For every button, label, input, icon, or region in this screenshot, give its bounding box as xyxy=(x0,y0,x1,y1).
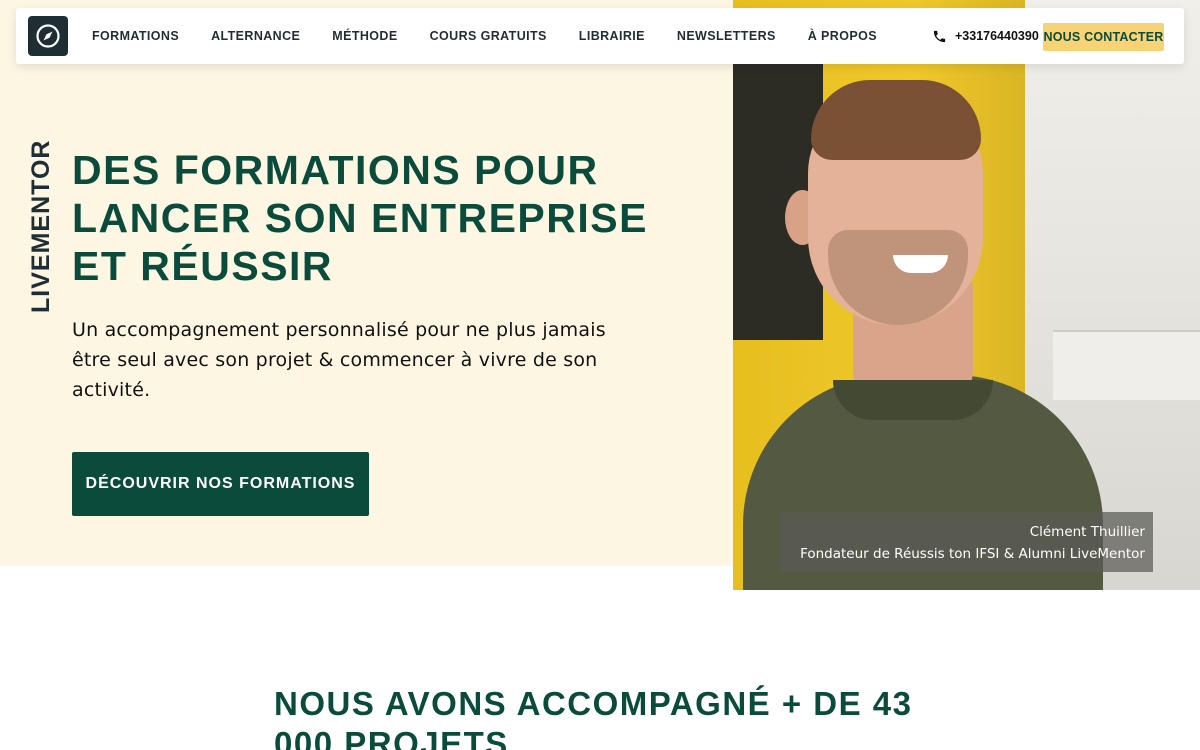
photo-hair xyxy=(811,80,981,160)
contact-button[interactable]: NOUS CONTACTER xyxy=(1043,23,1164,51)
brand-wordmark-vertical: LIVEMENTOR xyxy=(27,139,55,313)
testimonial-name: Clément Thuillier xyxy=(1029,524,1145,540)
home-logo-link[interactable] xyxy=(28,16,68,56)
nav-links: FORMATIONS ALTERNANCE MÉTHODE COURS GRAT… xyxy=(92,8,877,64)
nav-link-librairie[interactable]: LIBRAIRIE xyxy=(579,29,645,43)
testimonial-role: Fondateur de Réussis ton IFSI & Alumni L… xyxy=(800,546,1145,562)
nav-link-cours-gratuits[interactable]: COURS GRATUITS xyxy=(430,29,547,43)
photo-collar xyxy=(833,380,993,420)
photo-shelf xyxy=(1053,330,1200,400)
nav-link-a-propos[interactable]: À PROPOS xyxy=(808,29,877,43)
phone-number: +33176440390 xyxy=(955,29,1039,43)
compass-icon xyxy=(36,24,60,48)
discover-formations-button[interactable]: DÉCOUVRIR NOS FORMATIONS xyxy=(72,452,369,516)
hero-subtitle: Un accompagnement personnalisé pour ne p… xyxy=(72,319,606,401)
phone-link[interactable]: +33176440390 xyxy=(932,8,1039,64)
top-navbar: FORMATIONS ALTERNANCE MÉTHODE COURS GRAT… xyxy=(16,8,1184,64)
phone-icon xyxy=(933,30,946,42)
testimonial-caption: Clément Thuillier Fondateur de Réussis t… xyxy=(780,512,1153,572)
nav-link-methode[interactable]: MÉTHODE xyxy=(332,29,397,43)
testimonial-photo xyxy=(733,0,1200,590)
nav-link-formations[interactable]: FORMATIONS xyxy=(92,29,179,43)
nav-link-alternance[interactable]: ALTERNANCE xyxy=(211,29,300,43)
stats-heading: NOUS AVONS ACCOMPAGNÉ + DE 43 000 PROJET… xyxy=(274,685,913,750)
nav-link-newsletters[interactable]: NEWSLETTERS xyxy=(677,29,776,43)
hero-headline: DES FORMATIONS POUR LANCER SON ENTREPRIS… xyxy=(72,147,648,289)
